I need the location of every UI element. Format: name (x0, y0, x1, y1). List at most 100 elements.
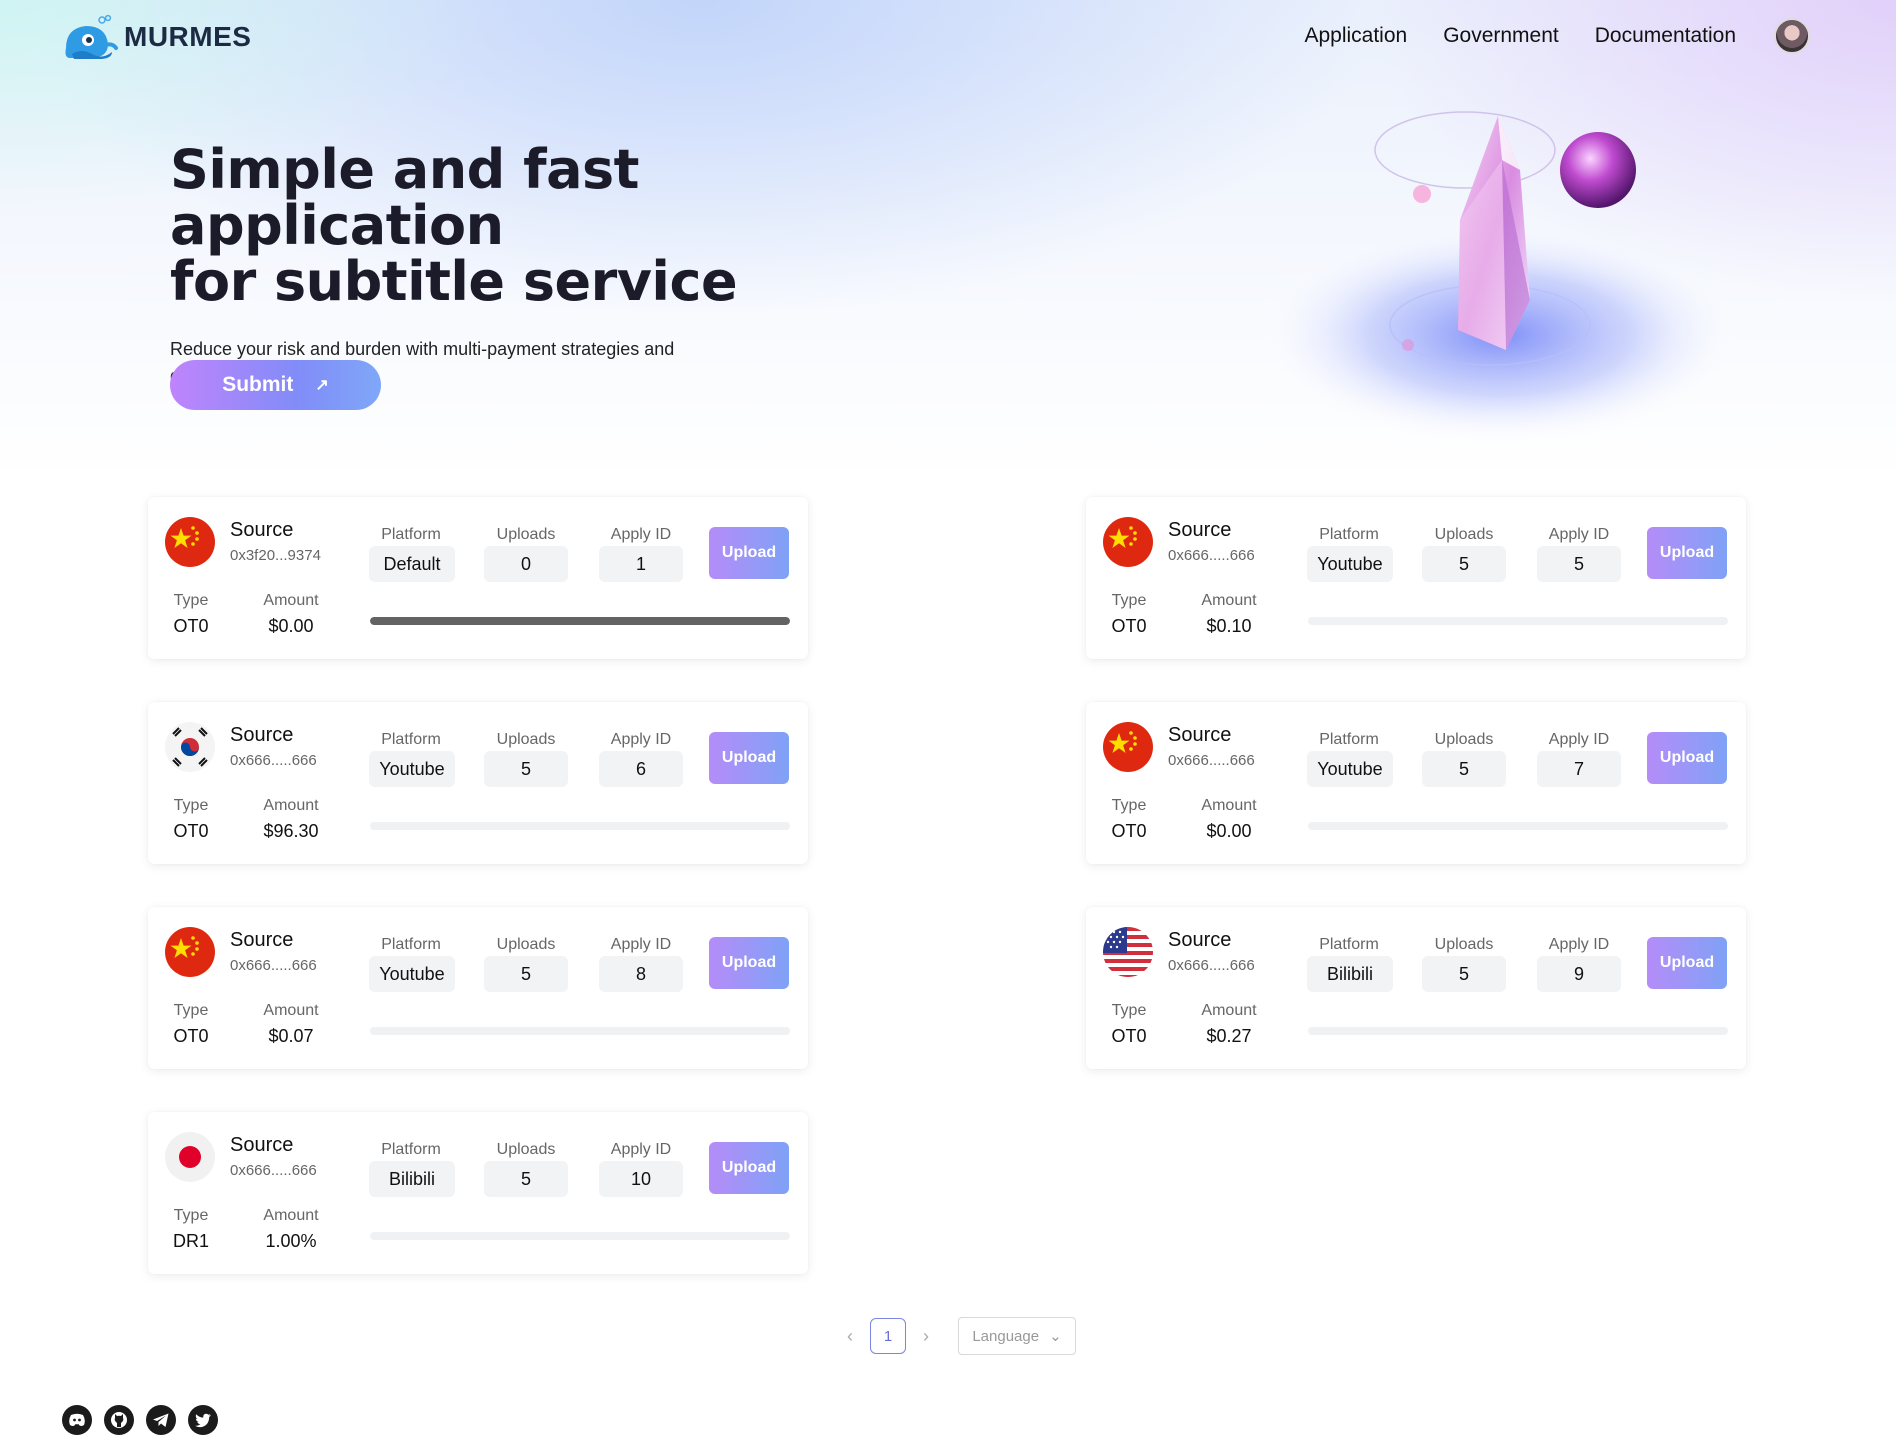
language-select[interactable]: Language ⌄ (958, 1317, 1076, 1355)
source-address: 0x666.....666 (230, 957, 317, 974)
amount-label: Amount (1201, 1002, 1257, 1019)
source-title: Source (1168, 724, 1232, 746)
amount-value: $0.07 (268, 1026, 314, 1046)
usa-flag-icon (1103, 927, 1153, 977)
platform-label: Platform (381, 526, 441, 543)
platform-label: Platform (381, 936, 441, 953)
brand-name: MURMES (124, 21, 252, 52)
uploads-label: Uploads (496, 936, 556, 953)
nav-documentation[interactable]: Documentation (1595, 24, 1736, 48)
amount-label: Amount (263, 1002, 319, 1019)
uploads-label: Uploads (1434, 731, 1494, 748)
upload-button[interactable]: Upload (709, 732, 789, 784)
next-page-icon[interactable]: › (906, 1326, 946, 1347)
upload-button[interactable]: Upload (1647, 937, 1727, 989)
china-flag-icon (165, 927, 215, 977)
crystal-illustration (1260, 111, 1740, 445)
pagination: ‹ 1 › Language ⌄ (830, 1317, 1076, 1355)
twitter-icon[interactable] (188, 1405, 218, 1435)
source-address: 0x666.....666 (1168, 752, 1255, 769)
submit-button[interactable]: Submit ↗ (170, 360, 381, 410)
uploads-value: 5 (1422, 546, 1506, 582)
uploads-value: 5 (1422, 956, 1506, 992)
type-value: DR1 (172, 1231, 209, 1251)
type-value: OT0 (1111, 1026, 1147, 1046)
platform-value: Bilibili (369, 1161, 455, 1197)
nav-government[interactable]: Government (1443, 24, 1559, 48)
progress-bar (370, 822, 790, 830)
page-number-current[interactable]: 1 (870, 1318, 906, 1354)
upload-button[interactable]: Upload (1647, 732, 1727, 784)
source-title: Source (230, 1134, 294, 1156)
korea-flag-icon (165, 722, 215, 772)
logo[interactable]: MURMES (62, 14, 251, 60)
progress-bar (370, 1232, 790, 1240)
source-title: Source (1168, 929, 1232, 951)
application-card: Source 0x666.....666 Type OT0 Amount $0.… (148, 907, 808, 1069)
amount-value: $0.00 (268, 616, 314, 636)
application-card: Source 0x666.....666 Type OT0 Amount $0.… (1086, 497, 1746, 659)
type-label: Type (173, 1207, 209, 1224)
source-title: Source (230, 519, 294, 541)
platform-value: Default (369, 546, 455, 582)
upload-button[interactable]: Upload (709, 527, 789, 579)
arrow-up-right-icon: ↗ (315, 377, 329, 394)
main-nav: Application Government Documentation (1304, 24, 1736, 48)
nav-application[interactable]: Application (1304, 24, 1407, 48)
apply-id-label: Apply ID (610, 1141, 672, 1158)
type-value: OT0 (1111, 616, 1147, 636)
apply-id-value: 7 (1537, 751, 1621, 787)
upload-button[interactable]: Upload (709, 937, 789, 989)
uploads-value: 0 (484, 546, 568, 582)
apply-id-value: 5 (1537, 546, 1621, 582)
application-card: Source 0x666.....666 Type OT0 Amount $0.… (1086, 702, 1746, 864)
apply-id-value: 9 (1537, 956, 1621, 992)
whale-logo-icon (65, 14, 118, 59)
hero-title-line-2: for subtitle service (170, 250, 738, 313)
china-flag-icon (1103, 517, 1153, 567)
apply-id-label: Apply ID (610, 526, 672, 543)
telegram-icon[interactable] (146, 1405, 176, 1435)
amount-value: $0.27 (1206, 1026, 1252, 1046)
uploads-label: Uploads (496, 731, 556, 748)
application-card: Source 0x666.....666 Type DR1 Amount 1.0… (148, 1112, 808, 1274)
apply-id-value: 10 (599, 1161, 683, 1197)
apply-id-value: 6 (599, 751, 683, 787)
amount-label: Amount (263, 592, 319, 609)
submit-label: Submit (222, 373, 294, 396)
type-value: OT0 (173, 821, 209, 841)
apply-id-value: 1 (599, 546, 683, 582)
progress-bar (1308, 1027, 1728, 1035)
progress-bar (1308, 822, 1728, 830)
language-placeholder: Language (972, 1327, 1040, 1345)
uploads-label: Uploads (496, 526, 556, 543)
github-icon[interactable] (104, 1405, 134, 1435)
platform-label: Platform (381, 731, 441, 748)
source-address: 0x666.....666 (1168, 547, 1255, 564)
progress-bar (1308, 617, 1728, 625)
type-label: Type (1111, 1002, 1147, 1019)
upload-button[interactable]: Upload (1647, 527, 1727, 579)
source-title: Source (230, 724, 294, 746)
platform-label: Platform (1319, 731, 1379, 748)
uploads-value: 5 (484, 956, 568, 992)
amount-label: Amount (263, 797, 319, 814)
upload-button[interactable]: Upload (709, 1142, 789, 1194)
discord-icon[interactable] (62, 1405, 92, 1435)
platform-label: Platform (1319, 936, 1379, 953)
uploads-value: 5 (484, 1161, 568, 1197)
progress-bar-fill (370, 617, 790, 625)
uploads-value: 5 (1422, 751, 1506, 787)
amount-value: 1.00% (265, 1231, 317, 1251)
uploads-label: Uploads (1434, 526, 1494, 543)
application-card: Source 0x3f20...9374 Type OT0 Amount $0.… (148, 497, 808, 659)
china-flag-icon (165, 517, 215, 567)
progress-bar (370, 1027, 790, 1035)
user-avatar[interactable] (1774, 18, 1810, 54)
apply-id-value: 8 (599, 956, 683, 992)
hero-title-line-1: Simple and fast application (170, 138, 639, 257)
prev-page-icon[interactable]: ‹ (830, 1326, 870, 1347)
platform-value: Youtube (1307, 751, 1393, 787)
amount-label: Amount (1201, 797, 1257, 814)
source-address: 0x3f20...9374 (230, 547, 321, 564)
